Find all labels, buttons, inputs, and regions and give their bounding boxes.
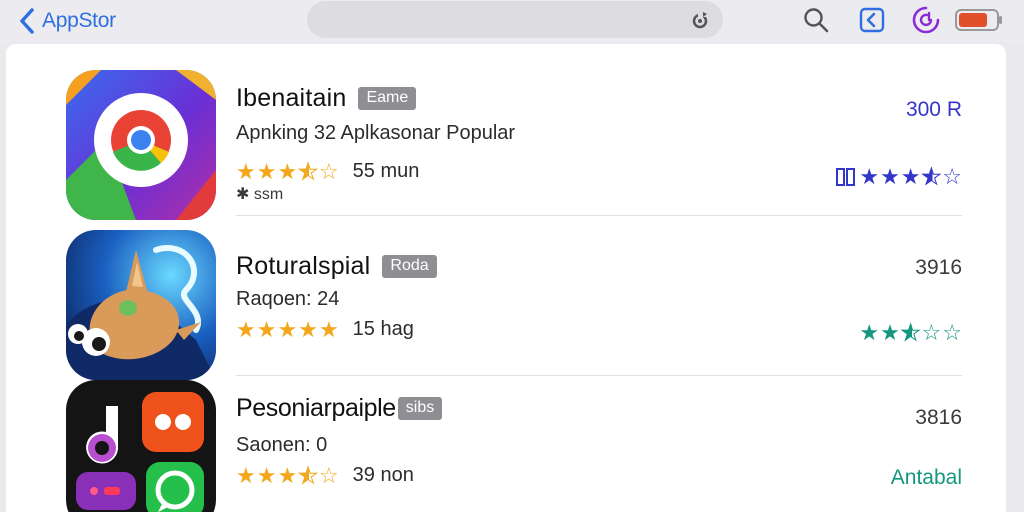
star-full-icon: ★: [236, 316, 256, 342]
back-label: AppStor: [42, 9, 116, 32]
size-label: ✱ ssm: [236, 186, 284, 203]
star-full-icon: ★: [900, 164, 921, 189]
right-rating: ★ ★ ★ ☆ ☆: [859, 320, 962, 345]
star-half-icon: ★: [921, 164, 942, 189]
star-full-icon: ★: [256, 158, 277, 184]
chevron-left-icon: [20, 8, 34, 34]
star-half-icon: ★: [900, 320, 921, 345]
star-full-icon: ★: [318, 316, 339, 342]
app-title-line: Roturalspial Roda: [236, 252, 437, 281]
category-badge: sibs: [397, 397, 443, 420]
star-empty-icon: ☆: [921, 320, 942, 345]
account-icon[interactable]: [911, 5, 941, 35]
rating-count: 15 hag: [352, 318, 414, 340]
star-half-icon: ★: [298, 158, 319, 184]
star-empty-icon: ☆: [942, 320, 962, 345]
compare-icon: [836, 168, 856, 186]
rating-line: ★ ★ ★ ★ ☆ 39 non: [236, 464, 414, 487]
star-full-icon: ★: [256, 316, 277, 342]
refresh-icon[interactable]: [689, 9, 711, 31]
app-name: Ibenaitain: [236, 84, 347, 112]
app-row[interactable]: Roturalspial Roda Raqoen: 24 ★ ★ ★ ★ ★ 15 ha…: [66, 230, 962, 380]
character-logo-icon: [66, 230, 216, 380]
star-half-icon: ★: [298, 462, 319, 488]
search-input[interactable]: [307, 1, 723, 38]
right-star-rating: ★ ★ ★ ★ ☆: [859, 164, 962, 189]
social-app-icon[interactable]: [66, 380, 216, 512]
rating-line: ★ ★ ★ ★ ☆ 55 mun: [236, 160, 419, 183]
star-full-icon: ★: [277, 316, 298, 342]
row-divider: [236, 375, 962, 376]
star-rating: ★ ★ ★ ★ ★: [236, 316, 339, 342]
app-subtitle: Raqoen: 24: [236, 288, 340, 310]
app-name: Pesoniarpaiple: [236, 394, 396, 422]
app-title-line: Pesoniarpaiple sibs: [236, 394, 443, 423]
rating-count: 39 non: [352, 464, 414, 486]
game-app-icon[interactable]: [66, 230, 216, 380]
star-full-icon: ★: [880, 320, 900, 345]
category-badge: Eame: [358, 87, 417, 110]
app-row[interactable]: Ibenaitain Eame Apnking 32 Aplkasonar Po…: [66, 70, 962, 220]
star-full-icon: ★: [298, 316, 318, 342]
back-button[interactable]: AppStor: [18, 4, 116, 38]
star-full-icon: ★: [236, 462, 256, 488]
app-list-card: Ibenaitain Eame Apnking 32 Aplkasonar Po…: [6, 44, 1006, 512]
app-title-line: Ibenaitain Eame: [236, 84, 417, 113]
sparkle-icon: ✱: [236, 186, 254, 203]
star-empty-icon: ☆: [318, 462, 339, 488]
top-bar: AppStor: [0, 0, 1024, 42]
star-empty-icon: ☆: [942, 164, 962, 189]
app-subtitle: Saonen: 0: [236, 434, 328, 456]
price-button[interactable]: 3816: [915, 406, 962, 430]
row-divider: [236, 215, 962, 216]
app-row[interactable]: Pesoniarpaiple sibs Saonen: 0 ★ ★ ★ ★ ☆ 39 n…: [66, 380, 962, 512]
social-logo-icon: [66, 380, 216, 512]
price-button[interactable]: 300 R: [906, 98, 962, 122]
app-name: Roturalspial: [236, 252, 371, 280]
share-icon[interactable]: [857, 5, 887, 35]
star-full-icon: ★: [236, 158, 256, 184]
right-star-rating: ★ ★ ★ ☆ ☆: [859, 320, 962, 345]
star-full-icon: ★: [880, 164, 900, 189]
right-status-text: Antabal: [890, 466, 962, 489]
right-rating: ★ ★ ★ ★ ☆: [835, 164, 962, 189]
search-icon[interactable]: [801, 5, 831, 35]
star-full-icon: ★: [256, 462, 277, 488]
star-full-icon: ★: [859, 164, 880, 189]
star-rating: ★ ★ ★ ★ ☆: [236, 158, 339, 184]
star-rating: ★ ★ ★ ★ ☆: [236, 462, 339, 488]
star-full-icon: ★: [859, 320, 880, 345]
star-empty-icon: ☆: [318, 158, 339, 184]
app-subtitle: Apnking 32 Aplkasonar Popular: [236, 122, 516, 144]
rating-line: ★ ★ ★ ★ ★ 15 hag: [236, 318, 414, 341]
rating-count: 55 mun: [352, 160, 420, 182]
browser-logo-icon: [66, 70, 216, 220]
browser-app-icon[interactable]: [66, 70, 216, 220]
star-full-icon: ★: [277, 462, 298, 488]
battery-icon: [955, 9, 1002, 31]
category-badge: Roda: [382, 255, 437, 278]
price-button[interactable]: 3916: [915, 256, 962, 280]
star-full-icon: ★: [277, 158, 298, 184]
